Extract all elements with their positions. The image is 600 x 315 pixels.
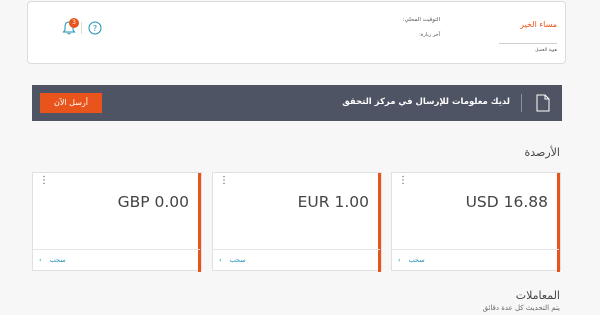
withdraw-label: سحب [408,256,425,264]
svg-text:?: ? [93,24,97,33]
withdraw-link[interactable]: ‹ سحب [219,256,246,264]
transactions-title: المعاملات [515,289,560,302]
withdraw-link[interactable]: ‹ سحب [398,256,425,264]
banner-divider [521,94,522,112]
greeting-text: مساء الخير [520,20,557,29]
transactions-subtitle: يتم التحديث كل عدة دقائق [482,304,560,312]
card-divider [33,249,200,250]
notification-badge: 3 [69,18,79,28]
last-visit-label: آخر زيارة: [419,32,440,38]
kebab-menu-icon[interactable]: ⋮ [219,176,229,186]
withdraw-label: سحب [49,256,66,264]
local-time-label: التوقيت المحلي: [402,17,440,23]
account-header-card: مساء الخير هوية العميل التوقيت المحلي: آ… [27,1,566,64]
chevron-left-icon: ‹ [398,256,401,264]
balance-amount: USD 16.88 [465,193,548,211]
header-divider [81,22,82,34]
chevron-left-icon: ‹ [219,256,222,264]
card-accent-bar [378,173,381,272]
document-icon [536,94,550,112]
card-divider [213,249,380,250]
balances-title: الأرصدة [524,146,560,159]
balance-amount: GBP 0.00 [117,193,189,211]
send-now-button[interactable]: أرسل الآن [40,93,102,113]
customer-id-value [499,43,557,44]
card-accent-bar [557,173,560,272]
withdraw-link[interactable]: ‹ سحب [39,256,66,264]
withdraw-label: سحب [229,256,246,264]
balance-card-eur: ⋮ EUR 1.00 ‹ سحب [212,172,382,272]
balance-card-gbp: ⋮ GBP 0.00 ‹ سحب [32,172,202,272]
card-accent-bar [198,173,201,272]
verification-banner: لديك معلومات للإرسال في مركز التحقق أرسل… [32,85,562,121]
kebab-menu-icon[interactable]: ⋮ [398,176,408,186]
kebab-menu-icon[interactable]: ⋮ [39,176,49,186]
customer-id-label: هوية العميل [535,48,557,53]
balance-card-usd: ⋮ USD 16.88 ‹ سحب [391,172,561,272]
help-icon[interactable]: ? [88,21,102,35]
verification-message: لديك معلومات للإرسال في مركز التحقق [342,97,510,107]
chevron-left-icon: ‹ [39,256,42,264]
balance-amount: EUR 1.00 [297,193,369,211]
card-divider [392,249,559,250]
